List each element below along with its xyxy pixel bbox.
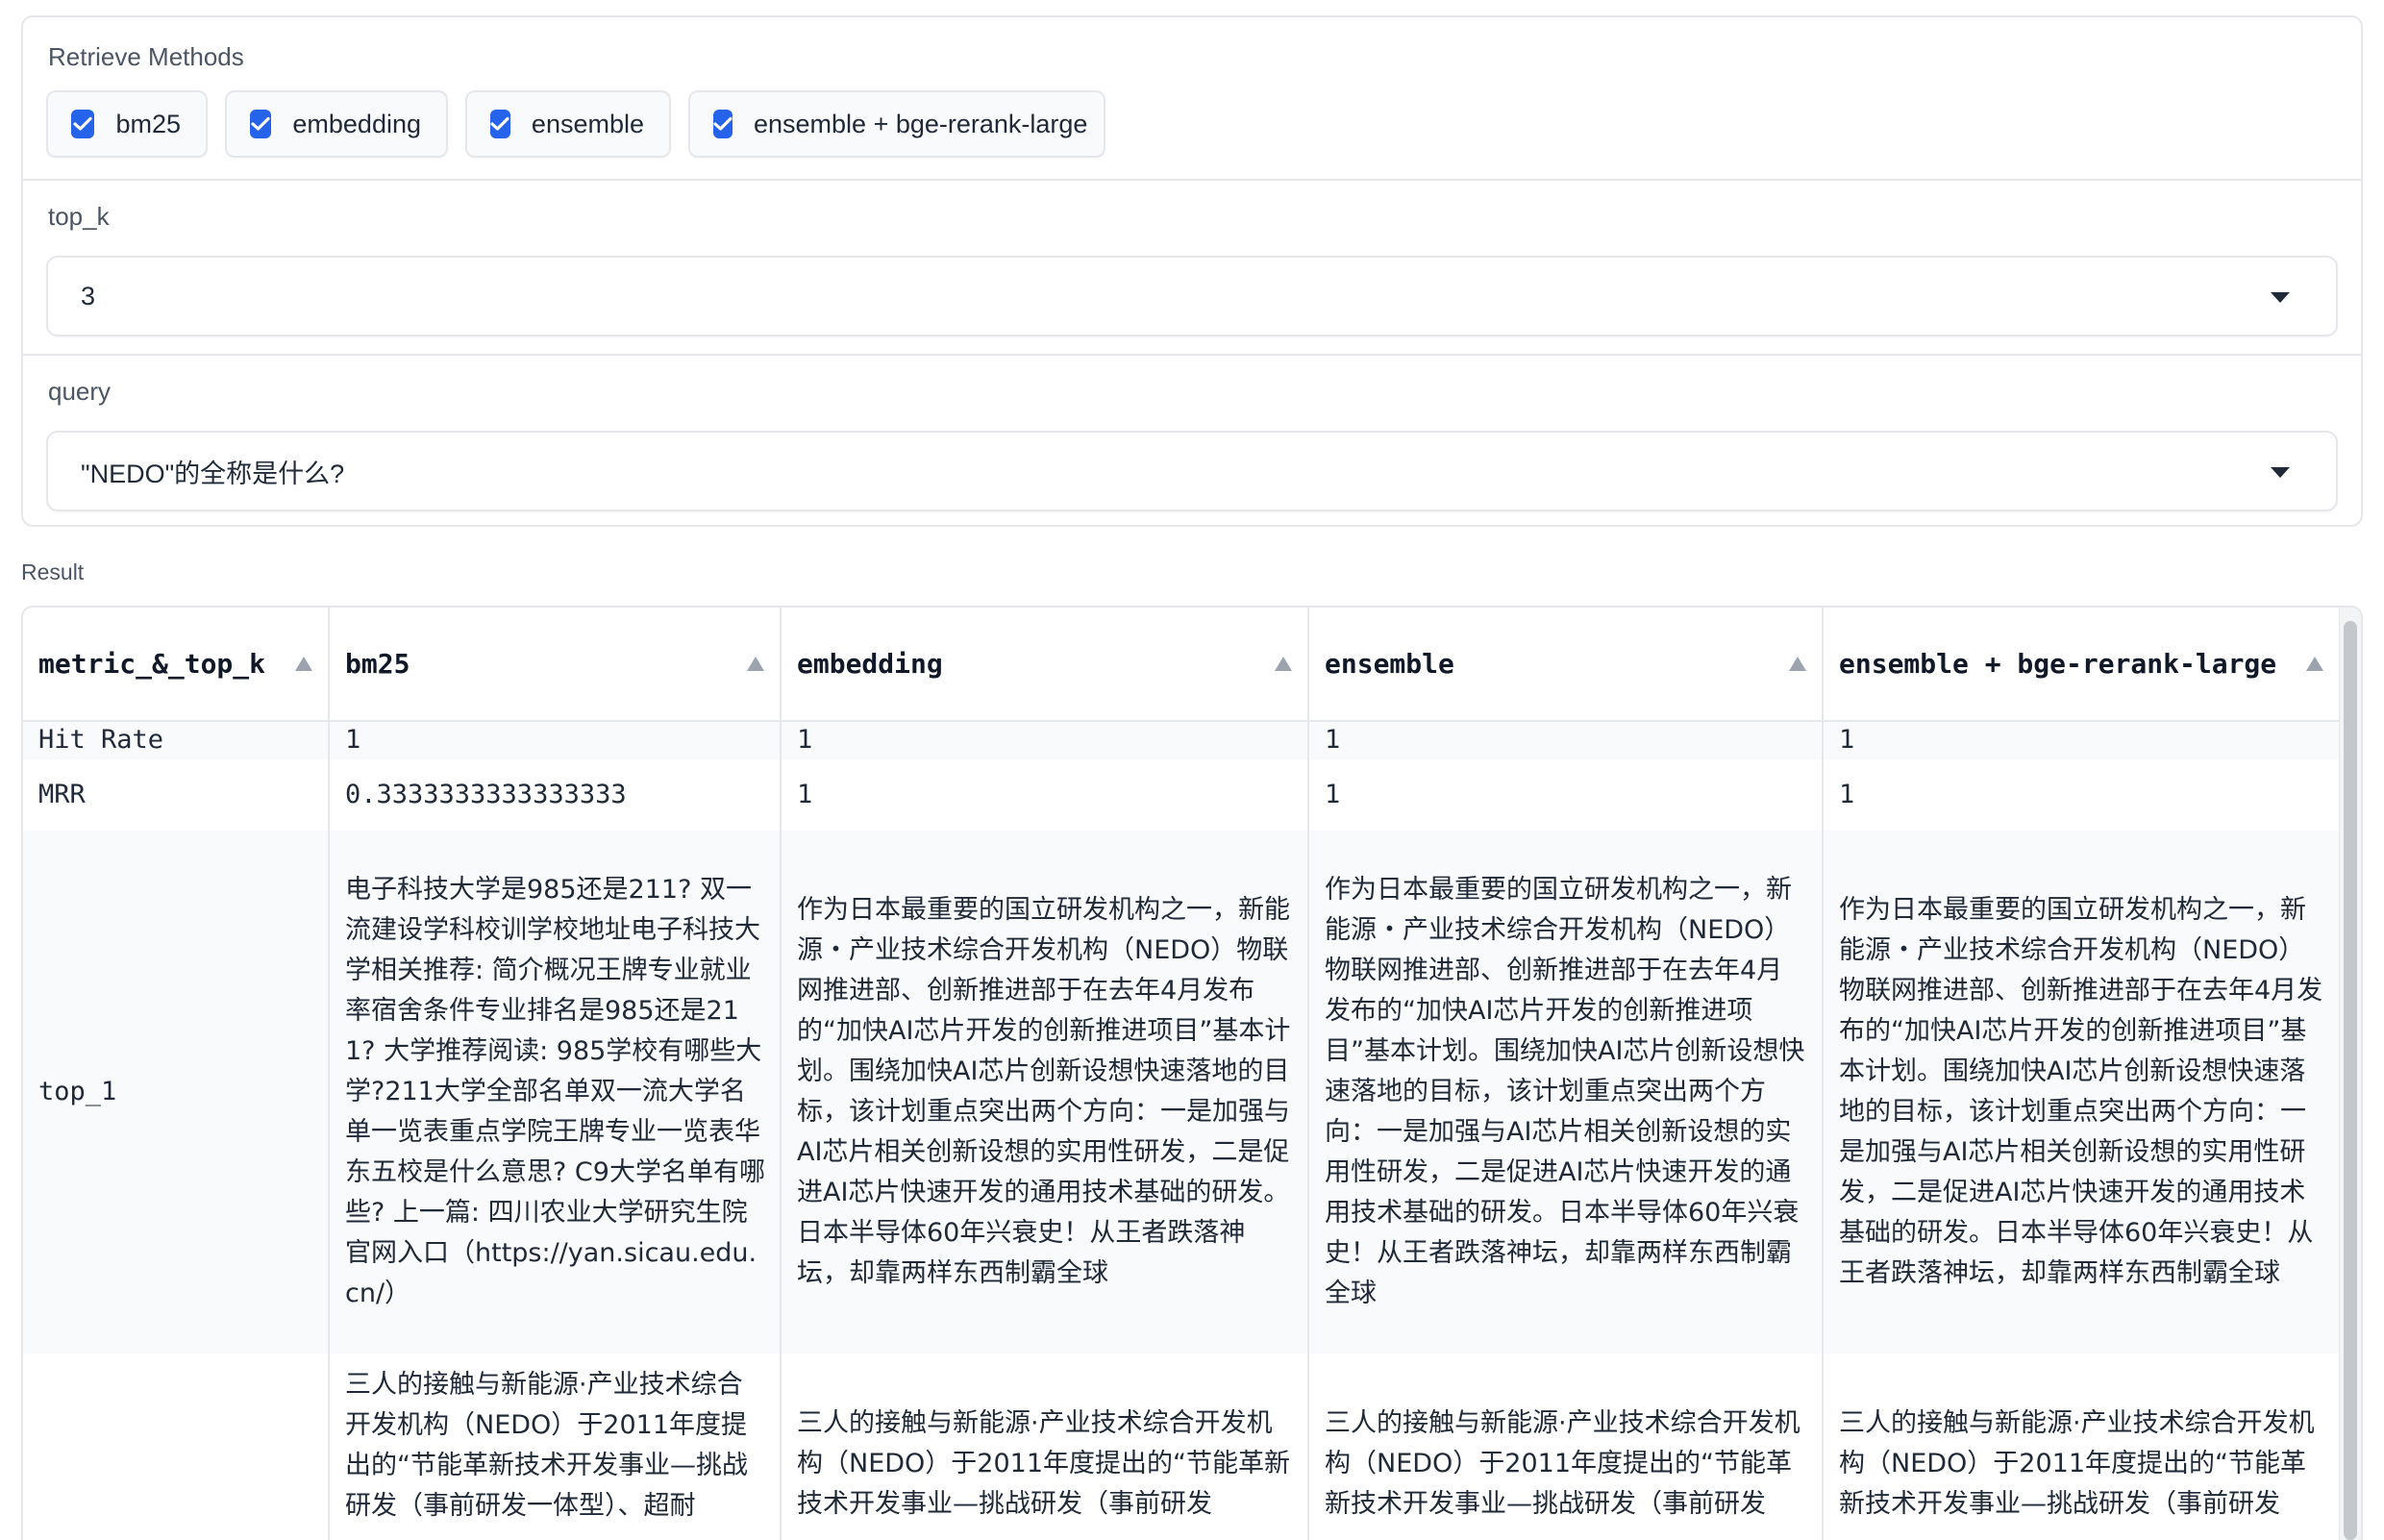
cell-text: 作为日本最重要的国立研发机构之一，新能源・产业技术综合开发机构（NEDO）物联网… <box>1325 875 1805 1308</box>
checkbox-label: bm25 <box>115 109 181 138</box>
table-cell[interactable] <box>23 1354 330 1540</box>
checkbox-bm25[interactable]: bm25 <box>46 90 208 158</box>
result-table-container: metric_&_top_k bm25 embedding ensemble e… <box>21 606 2363 1540</box>
settings-panel: Retrieve Methods bm25 embedding ensemble… <box>21 15 2363 527</box>
table-cell[interactable]: 三人的接触与新能源·产业技术综合开发机构（NEDO）于2011年度提出的“节能革… <box>1308 1354 1824 1540</box>
checkbox-label: ensemble + bge-rerank-large <box>754 109 1088 138</box>
table-cell[interactable]: 三人的接触与新能源·产业技术综合开发机构（NEDO）于2011年度提出的“节能革… <box>329 1354 782 1540</box>
table-row: MRR 0.3333333333333333 1 1 1 <box>23 759 2341 831</box>
table-row: top_1 电子科技大学是985还是211? 双一流建设学科校训学校地址电子科技… <box>23 831 2341 1354</box>
table-cell[interactable]: 1 <box>1823 721 2341 759</box>
scrollbar-thumb[interactable] <box>2344 621 2357 1540</box>
checkbox-checked-icon[interactable] <box>71 110 95 138</box>
table-cell[interactable]: 1 <box>1308 759 1824 831</box>
cell-text: 三人的接触与新能源·产业技术综合开发机构（NEDO）于2011年度提出的“节能革… <box>1839 1408 2315 1519</box>
table-cell[interactable]: 1 <box>1308 721 1824 759</box>
chevron-down-icon[interactable] <box>2271 467 2290 478</box>
checkbox-embedding[interactable]: embedding <box>225 90 448 158</box>
top-k-section: top_k 3 <box>23 179 2361 354</box>
table-cell[interactable]: 电子科技大学是985还是211? 双一流建设学科校训学校地址电子科技大学相关推荐… <box>329 831 782 1354</box>
retrieve-methods-label: Retrieve Methods <box>48 42 244 71</box>
checkbox-checked-icon[interactable] <box>490 110 510 138</box>
retrieve-methods-section: Retrieve Methods bm25 embedding ensemble… <box>23 17 2361 179</box>
column-header-ensemble-rerank[interactable]: ensemble + bge-rerank-large <box>1823 608 2341 722</box>
sort-ascending-icon[interactable] <box>1275 656 1292 671</box>
cell-text: 三人的接触与新能源·产业技术综合开发机构（NEDO）于2011年度提出的“节能革… <box>1325 1408 1800 1519</box>
table-cell[interactable]: 1 <box>781 721 1309 759</box>
top-k-dropdown[interactable]: 3 <box>46 256 2338 336</box>
checkbox-ensemble-rerank[interactable]: ensemble + bge-rerank-large <box>688 90 1105 158</box>
table-row: 三人的接触与新能源·产业技术综合开发机构（NEDO）于2011年度提出的“节能革… <box>23 1354 2341 1540</box>
top-k-label: top_k <box>48 202 110 231</box>
table-cell[interactable]: Hit Rate <box>23 721 330 759</box>
query-value: "NEDO"的全称是什么? <box>81 459 345 488</box>
query-label: query <box>48 377 112 406</box>
table-cell[interactable]: 作为日本最重要的国立研发机构之一，新能源・产业技术综合开发机构（NEDO）物联网… <box>1823 831 2341 1354</box>
table-cell[interactable]: 1 <box>781 759 1309 831</box>
table-cell[interactable]: MRR <box>23 759 330 831</box>
query-dropdown[interactable]: "NEDO"的全称是什么? <box>46 431 2338 511</box>
chevron-down-icon[interactable] <box>2271 292 2290 303</box>
retrieve-methods-group: bm25 embedding ensemble ensemble + bge-r… <box>46 90 1105 158</box>
cell-text: 作为日本最重要的国立研发机构之一，新能源・产业技术综合开发机构（NEDO）物联网… <box>797 895 1291 1288</box>
sort-ascending-icon[interactable] <box>295 656 312 671</box>
checkbox-ensemble[interactable]: ensemble <box>465 90 671 158</box>
table-cell[interactable]: 0.3333333333333333 <box>329 759 782 831</box>
vertical-scrollbar[interactable] <box>2340 608 2361 1540</box>
sort-ascending-icon[interactable] <box>1789 656 1806 671</box>
checkbox-checked-icon[interactable] <box>713 110 733 138</box>
table-cell[interactable]: 1 <box>329 721 782 759</box>
cell-text: 电子科技大学是985还是211? 双一流建设学科校训学校地址电子科技大学相关推荐… <box>345 875 765 1308</box>
table-cell[interactable]: top_1 <box>23 831 330 1354</box>
column-header-metric[interactable]: metric_&_top_k <box>23 608 330 722</box>
result-label: Result <box>21 559 85 584</box>
table-cell[interactable]: 1 <box>1823 759 2341 831</box>
query-section: query "NEDO"的全称是什么? <box>23 354 2361 525</box>
table-cell[interactable]: 作为日本最重要的国立研发机构之一，新能源・产业技术综合开发机构（NEDO）物联网… <box>1308 831 1824 1354</box>
table-cell[interactable]: 作为日本最重要的国立研发机构之一，新能源・产业技术综合开发机构（NEDO）物联网… <box>781 831 1309 1354</box>
cell-text: 作为日本最重要的国立研发机构之一，新能源・产业技术综合开发机构（NEDO）物联网… <box>1839 895 2323 1288</box>
sort-ascending-icon[interactable] <box>2306 656 2323 671</box>
table-cell[interactable]: 三人的接触与新能源·产业技术综合开发机构（NEDO）于2011年度提出的“节能革… <box>1823 1354 2341 1540</box>
sort-ascending-icon[interactable] <box>747 656 764 671</box>
table-row: Hit Rate 1 1 1 1 <box>23 721 2341 759</box>
table-header-row: metric_&_top_k bm25 embedding ensemble e… <box>23 608 2341 722</box>
checkbox-label: ensemble <box>531 109 644 138</box>
column-header-embedding[interactable]: embedding <box>781 608 1309 722</box>
checkbox-label: embedding <box>292 109 421 138</box>
result-table: metric_&_top_k bm25 embedding ensemble e… <box>23 608 2341 1540</box>
table-cell[interactable]: 三人的接触与新能源·产业技术综合开发机构（NEDO）于2011年度提出的“节能革… <box>781 1354 1309 1540</box>
column-header-ensemble[interactable]: ensemble <box>1308 608 1824 722</box>
cell-text: 三人的接触与新能源·产业技术综合开发机构（NEDO）于2011年度提出的“节能革… <box>797 1408 1290 1519</box>
checkbox-checked-icon[interactable] <box>250 110 272 138</box>
cell-text: 三人的接触与新能源·产业技术综合开发机构（NEDO）于2011年度提出的“节能革… <box>345 1370 748 1521</box>
column-header-bm25[interactable]: bm25 <box>329 608 782 722</box>
top-k-value: 3 <box>81 281 96 310</box>
